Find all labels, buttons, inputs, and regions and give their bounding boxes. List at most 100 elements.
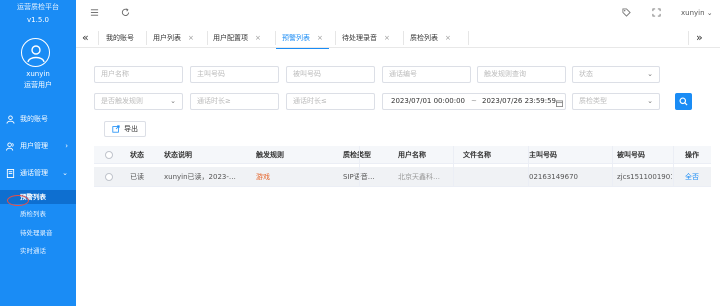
fullscreen-icon[interactable] xyxy=(652,8,661,19)
column-header[interactable]: 主叫号码 xyxy=(529,146,557,164)
close-icon[interactable]: × xyxy=(445,34,451,42)
column-header[interactable]: 用户名称 xyxy=(398,146,426,164)
chevron-down-icon: ⌄ xyxy=(170,97,176,105)
select-all-checkbox[interactable] xyxy=(105,151,113,159)
tab-label: 我的账号 xyxy=(106,34,134,42)
quality-type-select[interactable]: 质检类型 ⌄ xyxy=(572,93,660,110)
column-divider xyxy=(359,146,360,187)
highlight-marker xyxy=(7,195,29,206)
table-header: 状态 状态说明 触发规则 质检类型 用户名称 文件名称 主叫号码 被叫号码 操作 xyxy=(94,146,711,164)
caller-number-input[interactable]: 主叫号码 xyxy=(190,66,279,83)
table-row[interactable]: 已读 xunyin已读，2023-… 游戏 SIP语音… 北京天鑫科… 0216… xyxy=(94,167,711,187)
cell-status-desc: xunyin已读，2023-… xyxy=(164,173,236,181)
top-bar: xunyin ⌄ xyxy=(76,0,720,28)
quality-type-placeholder: 质检类型 xyxy=(579,97,607,105)
duration-min-input[interactable]: 通话时长≥ xyxy=(190,93,279,110)
close-icon[interactable]: × xyxy=(384,34,390,42)
duration-max-input[interactable]: 通话时长≤ xyxy=(286,93,375,110)
cell-caller: 02163149670 xyxy=(529,173,578,181)
rule-triggered-select[interactable]: 是否触发规则 ⌄ xyxy=(94,93,183,110)
sidebar-item-my-account[interactable]: 我的账号 xyxy=(0,111,76,127)
user-icon xyxy=(6,114,15,124)
rule-triggered-placeholder: 是否触发规则 xyxy=(101,97,143,105)
chevron-down-icon: ⌄ xyxy=(647,97,653,105)
user-name-input[interactable]: 用户名称 xyxy=(94,66,183,83)
date-end: 2023/07/26 23:59:59 xyxy=(482,97,557,105)
tabs-scroll-left-icon[interactable]: « xyxy=(82,31,89,44)
date-range-picker[interactable]: 2023/07/01 00:00:00 ~ 2023/07/26 23:59:5… xyxy=(382,93,566,110)
sidebar-user-role: 运营用户 xyxy=(24,81,52,89)
row-checkbox[interactable] xyxy=(105,173,113,181)
column-header[interactable]: 被叫号码 xyxy=(617,146,645,164)
tab-label: 用户配置项 xyxy=(213,34,248,42)
column-header[interactable]: 操作 xyxy=(685,146,699,164)
sidebar-item-label: 通话管理 xyxy=(20,169,48,177)
sidebar-item-label: 用户管理 xyxy=(20,142,48,150)
export-button-label: 导出 xyxy=(124,125,138,133)
phone-book-icon xyxy=(6,168,15,178)
sidebar-item-label: 我的账号 xyxy=(20,115,48,123)
tab-user-list[interactable]: 用户列表 × xyxy=(153,28,194,48)
tab-label: 待处理录音 xyxy=(342,34,377,42)
close-icon[interactable]: × xyxy=(188,34,194,42)
tab-label: 用户列表 xyxy=(153,34,181,42)
rule-query-input[interactable]: 触发规则查询 xyxy=(477,66,566,83)
sidebar-username: xunyin xyxy=(26,70,50,78)
user-avatar-icon xyxy=(26,44,45,62)
export-button[interactable]: 导出 xyxy=(104,121,146,137)
brand-title: 运营质检平台 xyxy=(17,3,59,11)
callee-number-input[interactable]: 被叫号码 xyxy=(286,66,375,83)
avatar[interactable] xyxy=(21,38,50,67)
status-select[interactable]: 状态 ⌄ xyxy=(572,66,660,83)
column-divider xyxy=(453,146,454,187)
export-icon xyxy=(112,125,120,133)
sidebar-item-user-management[interactable]: 用户管理 › xyxy=(0,138,76,154)
date-separator: ~ xyxy=(471,97,477,105)
tabs-scroll-right-icon[interactable]: » xyxy=(696,31,703,44)
sidebar: 运营质检平台 v1.5.0 xunyin 运营用户 我的账号 用户管理 › 通话… xyxy=(0,0,76,306)
search-icon xyxy=(679,97,688,106)
search-button[interactable] xyxy=(675,93,692,110)
close-icon[interactable]: × xyxy=(317,34,323,42)
sidebar-subitem-qc-list[interactable]: 质检列表 xyxy=(0,207,76,221)
sidebar-item-call-management[interactable]: 通话管理 ⌄ xyxy=(0,165,76,181)
tab-my-account[interactable]: 我的账号 xyxy=(106,28,134,48)
topbar-username[interactable]: xunyin ⌄ xyxy=(681,9,713,17)
users-icon xyxy=(6,141,15,151)
cell-callee: zjcs151100190127 xyxy=(617,173,672,181)
chevron-down-icon: ⌄ xyxy=(647,70,653,78)
cell-action-link[interactable]: 全否 xyxy=(685,167,699,187)
menu-toggle-icon[interactable] xyxy=(90,8,99,19)
tab-pending-recordings[interactable]: 待处理录音 × xyxy=(342,28,390,48)
cell-quality-type: SIP语音… xyxy=(343,167,388,187)
column-header[interactable]: 状态 xyxy=(130,146,144,164)
refresh-icon[interactable] xyxy=(121,8,130,19)
call-id-input[interactable]: 通话编号 xyxy=(382,66,471,83)
cell-status: 已读 xyxy=(130,173,144,181)
cell-rule[interactable]: 游戏 xyxy=(256,167,270,187)
sidebar-subitem-live-calls[interactable]: 实时通话 xyxy=(0,244,76,258)
topbar-username-label: xunyin xyxy=(681,9,705,17)
cell-user-name: 北京天鑫科… xyxy=(398,173,440,181)
column-divider xyxy=(612,146,613,187)
tab-label: 预警列表 xyxy=(282,34,310,42)
calendar-icon xyxy=(556,98,563,113)
column-header[interactable]: 状态说明 xyxy=(164,146,192,164)
column-header[interactable]: 质检类型 xyxy=(343,146,371,164)
tab-qc-list[interactable]: 质检列表 × xyxy=(410,28,451,48)
status-select-placeholder: 状态 xyxy=(579,70,593,78)
sidebar-subitem-pending-recordings[interactable]: 待处理录音 xyxy=(0,226,76,240)
close-icon[interactable]: × xyxy=(255,34,261,42)
chevron-right-icon: › xyxy=(65,142,68,150)
column-header[interactable]: 触发规则 xyxy=(256,146,284,164)
tab-bar: « 我的账号 用户列表 × 用户配置项 × 预警列表 × 待处理录音 × 质检列表 × » xyxy=(76,28,720,49)
date-start: 2023/07/01 00:00:00 xyxy=(391,97,466,105)
tab-user-config[interactable]: 用户配置项 × xyxy=(213,28,261,48)
column-divider xyxy=(528,146,529,187)
tag-icon[interactable] xyxy=(622,8,631,19)
tab-alert-list[interactable]: 预警列表 × xyxy=(276,28,329,49)
chevron-down-icon: ⌄ xyxy=(62,169,68,177)
tab-label: 质检列表 xyxy=(410,34,438,42)
column-header[interactable]: 文件名称 xyxy=(463,146,491,164)
column-divider xyxy=(673,146,674,187)
